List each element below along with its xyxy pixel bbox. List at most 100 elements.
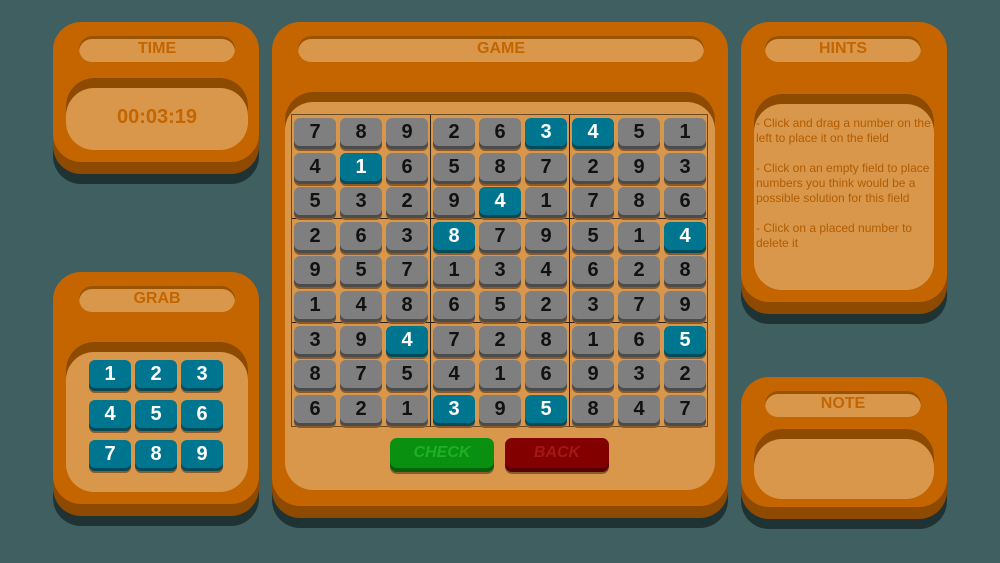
board-cell-r8-c5[interactable]: 1 (479, 360, 521, 388)
placed-number-tile[interactable]: 1 (525, 187, 567, 215)
given-number-tile[interactable]: 4 (572, 118, 614, 146)
placed-number-tile[interactable]: 5 (433, 153, 475, 181)
board-cell-r5-c3[interactable]: 7 (386, 256, 428, 284)
given-number-tile[interactable]: 3 (433, 395, 475, 423)
placed-number-tile[interactable]: 3 (618, 360, 660, 388)
placed-number-tile[interactable]: 9 (572, 360, 614, 388)
placed-number-tile[interactable]: 7 (525, 153, 567, 181)
board-cell-r8-c9[interactable]: 2 (664, 360, 706, 388)
placed-number-tile[interactable]: 6 (479, 118, 521, 146)
given-number-tile[interactable]: 4 (386, 326, 428, 354)
board-cell-r8-c6[interactable]: 6 (525, 360, 567, 388)
placed-number-tile[interactable]: 3 (664, 153, 706, 181)
board-cell-r5-c6[interactable]: 4 (525, 256, 567, 284)
placed-number-tile[interactable]: 2 (479, 326, 521, 354)
placed-number-tile[interactable]: 2 (433, 118, 475, 146)
board-cell-r7-c5[interactable]: 2 (479, 326, 521, 354)
board-cell-r8-c7[interactable]: 9 (572, 360, 614, 388)
placed-number-tile[interactable]: 8 (294, 360, 336, 388)
board-cell-r4-c2[interactable]: 6 (340, 222, 382, 250)
placed-number-tile[interactable]: 5 (340, 256, 382, 284)
board-cell-r3-c6[interactable]: 1 (525, 187, 567, 215)
given-number-tile[interactable]: 4 (664, 222, 706, 250)
board-cell-r6-c4[interactable]: 6 (433, 291, 475, 319)
placed-number-tile[interactable]: 5 (572, 222, 614, 250)
board-cell-r5-c8[interactable]: 2 (618, 256, 660, 284)
board-cell-r7-c9[interactable]: 5 (664, 326, 706, 354)
placed-number-tile[interactable]: 1 (479, 360, 521, 388)
placed-number-tile[interactable]: 6 (340, 222, 382, 250)
placed-number-tile[interactable]: 8 (386, 291, 428, 319)
placed-number-tile[interactable]: 8 (525, 326, 567, 354)
grab-number-1[interactable]: 1 (89, 360, 131, 388)
placed-number-tile[interactable]: 7 (479, 222, 521, 250)
placed-number-tile[interactable]: 9 (525, 222, 567, 250)
board-cell-r4-c7[interactable]: 5 (572, 222, 614, 250)
board-cell-r8-c8[interactable]: 3 (618, 360, 660, 388)
placed-number-tile[interactable]: 7 (618, 291, 660, 319)
grab-number-4[interactable]: 4 (89, 400, 131, 428)
placed-number-tile[interactable]: 9 (340, 326, 382, 354)
given-number-tile[interactable]: 1 (340, 153, 382, 181)
placed-number-tile[interactable]: 9 (433, 187, 475, 215)
board-cell-r2-c4[interactable]: 5 (433, 153, 475, 181)
grab-number-6[interactable]: 6 (181, 400, 223, 428)
board-cell-r7-c2[interactable]: 9 (340, 326, 382, 354)
grab-number-8[interactable]: 8 (135, 440, 177, 468)
placed-number-tile[interactable]: 8 (572, 395, 614, 423)
placed-number-tile[interactable]: 3 (572, 291, 614, 319)
given-number-tile[interactable]: 5 (525, 395, 567, 423)
placed-number-tile[interactable]: 6 (386, 153, 428, 181)
board-cell-r9-c8[interactable]: 4 (618, 395, 660, 423)
placed-number-tile[interactable]: 9 (386, 118, 428, 146)
board-cell-r6-c1[interactable]: 1 (294, 291, 336, 319)
placed-number-tile[interactable]: 6 (433, 291, 475, 319)
board-cell-r3-c3[interactable]: 2 (386, 187, 428, 215)
board-cell-r5-c4[interactable]: 1 (433, 256, 475, 284)
board-cell-r5-c9[interactable]: 8 (664, 256, 706, 284)
placed-number-tile[interactable]: 4 (618, 395, 660, 423)
placed-number-tile[interactable]: 4 (433, 360, 475, 388)
board-cell-r1-c5[interactable]: 6 (479, 118, 521, 146)
placed-number-tile[interactable]: 2 (664, 360, 706, 388)
check-button[interactable]: CHECK (390, 438, 494, 468)
board-cell-r8-c1[interactable]: 8 (294, 360, 336, 388)
board-cell-r4-c4[interactable]: 8 (433, 222, 475, 250)
given-number-tile[interactable]: 8 (433, 222, 475, 250)
placed-number-tile[interactable]: 5 (386, 360, 428, 388)
board-cell-r6-c8[interactable]: 7 (618, 291, 660, 319)
placed-number-tile[interactable]: 7 (433, 326, 475, 354)
board-cell-r5-c2[interactable]: 5 (340, 256, 382, 284)
board-cell-r2-c2[interactable]: 1 (340, 153, 382, 181)
board-cell-r6-c3[interactable]: 8 (386, 291, 428, 319)
board-cell-r1-c1[interactable]: 7 (294, 118, 336, 146)
board-cell-r6-c7[interactable]: 3 (572, 291, 614, 319)
board-cell-r3-c2[interactable]: 3 (340, 187, 382, 215)
board-cell-r5-c5[interactable]: 3 (479, 256, 521, 284)
board-cell-r4-c1[interactable]: 2 (294, 222, 336, 250)
board-cell-r9-c5[interactable]: 9 (479, 395, 521, 423)
placed-number-tile[interactable]: 9 (479, 395, 521, 423)
board-cell-r3-c9[interactable]: 6 (664, 187, 706, 215)
note-area[interactable] (754, 429, 934, 499)
placed-number-tile[interactable]: 2 (618, 256, 660, 284)
board-cell-r8-c4[interactable]: 4 (433, 360, 475, 388)
board-cell-r3-c5[interactable]: 4 (479, 187, 521, 215)
board-cell-r1-c9[interactable]: 1 (664, 118, 706, 146)
grab-number-2[interactable]: 2 (135, 360, 177, 388)
placed-number-tile[interactable]: 2 (386, 187, 428, 215)
placed-number-tile[interactable]: 6 (618, 326, 660, 354)
placed-number-tile[interactable]: 1 (433, 256, 475, 284)
board-cell-r1-c6[interactable]: 3 (525, 118, 567, 146)
board-cell-r4-c5[interactable]: 7 (479, 222, 521, 250)
board-cell-r9-c9[interactable]: 7 (664, 395, 706, 423)
board-cell-r8-c2[interactable]: 7 (340, 360, 382, 388)
board-cell-r4-c3[interactable]: 3 (386, 222, 428, 250)
board-cell-r9-c7[interactable]: 8 (572, 395, 614, 423)
placed-number-tile[interactable]: 3 (340, 187, 382, 215)
given-number-tile[interactable]: 3 (525, 118, 567, 146)
placed-number-tile[interactable]: 8 (340, 118, 382, 146)
placed-number-tile[interactable]: 5 (618, 118, 660, 146)
board-cell-r4-c8[interactable]: 1 (618, 222, 660, 250)
board-cell-r1-c2[interactable]: 8 (340, 118, 382, 146)
